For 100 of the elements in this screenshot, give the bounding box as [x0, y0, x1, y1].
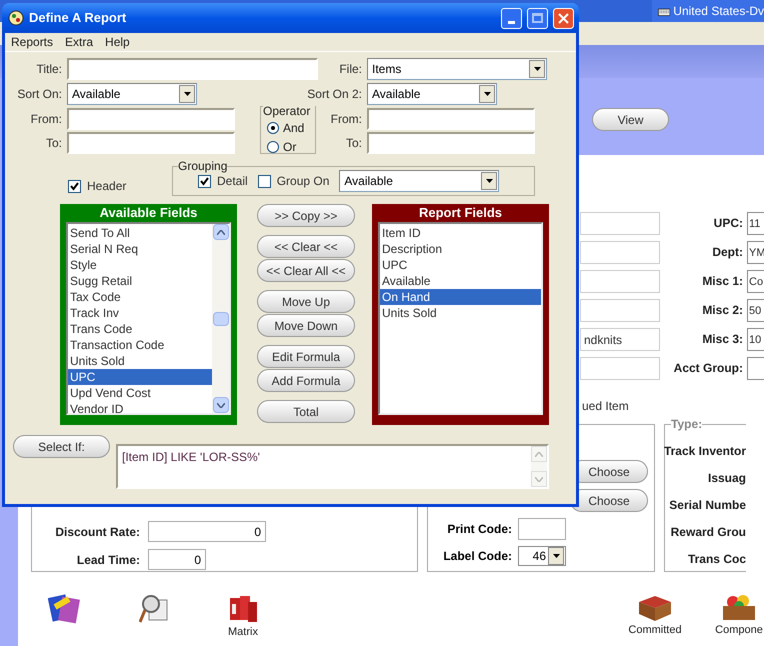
- action-button[interactable]: Move Up: [257, 290, 355, 313]
- list-item[interactable]: Available: [380, 273, 541, 289]
- action-button[interactable]: Edit Formula: [257, 345, 355, 368]
- action-button[interactable]: << Clear <<: [257, 235, 355, 258]
- input-field[interactable]: [367, 108, 535, 130]
- checkbox-label: Group On: [276, 173, 330, 190]
- input-field[interactable]: [518, 518, 566, 540]
- list-item[interactable]: Send To All: [68, 225, 212, 241]
- field-label: Serial Numbe: [669, 498, 746, 512]
- text-area[interactable]: [Item ID] LIKE 'LOR-SS%': [116, 444, 549, 489]
- action-button[interactable]: Add Formula: [257, 369, 355, 392]
- field-label: Label Code:: [442, 548, 512, 565]
- checkbox[interactable]: [68, 180, 81, 192]
- list-item[interactable]: Units Sold: [380, 305, 541, 321]
- list-item[interactable]: Description: [380, 241, 541, 257]
- scroll-down-icon: [212, 397, 228, 413]
- input-field[interactable]: [67, 132, 235, 154]
- list-item[interactable]: Transaction Code: [68, 337, 212, 353]
- input-field[interactable]: [580, 212, 660, 235]
- close-icon[interactable]: [553, 8, 574, 28]
- toolbar-label: Compone: [715, 624, 763, 636]
- scroll-down-icon: [531, 471, 547, 487]
- field-list[interactable]: Item ID Description UPC Available On Hand Units Sold: [378, 222, 543, 415]
- dropdown[interactable]: Available: [339, 170, 500, 192]
- radio-button[interactable]: [267, 122, 279, 134]
- radio-button[interactable]: [267, 141, 279, 153]
- field-label: Misc 1:: [701, 273, 743, 290]
- input-field[interactable]: ndknits: [580, 328, 660, 351]
- field-label: Lead Time:: [76, 552, 140, 568]
- field-label: Acct Group:: [672, 360, 743, 377]
- list-item[interactable]: UPC: [380, 257, 541, 273]
- input-field[interactable]: 50: [747, 299, 764, 322]
- scroll-thumb[interactable]: [212, 312, 228, 326]
- list-item[interactable]: UPC: [68, 369, 212, 385]
- language-label: United States-Dv: [673, 3, 764, 20]
- action-button[interactable]: >> Copy >>: [257, 204, 355, 227]
- radio-label: And: [283, 120, 304, 137]
- input-field[interactable]: [580, 299, 660, 322]
- field-label: Issuag: [708, 471, 746, 485]
- choose-button[interactable]: Choose: [570, 489, 648, 512]
- toolbar-label: Committed: [628, 624, 682, 636]
- field-label: To:: [44, 135, 62, 152]
- field-label: Dept:: [711, 244, 743, 261]
- dropdown[interactable]: Items: [367, 58, 547, 80]
- action-button[interactable]: Move Down: [257, 314, 355, 337]
- option-label: ued Item: [582, 399, 629, 413]
- dropdown[interactable]: Available: [367, 83, 497, 105]
- menu-item[interactable]: Extra: [65, 33, 94, 51]
- scroll-up-icon: [212, 224, 228, 240]
- panel-title: Report Fields: [418, 204, 502, 222]
- check-icon: [200, 176, 209, 186]
- maximize-icon[interactable]: [527, 8, 548, 28]
- input-field[interactable]: 0: [148, 549, 206, 570]
- dropdown[interactable]: 46: [518, 546, 566, 566]
- language-bar[interactable]: United States-Dv: [652, 0, 764, 22]
- field-list[interactable]: Send To All Serial N Req Style Sugg Retail Tax Code Track Inv Trans Code Transaction Code Units Sold UPC Upd Vend Cost Vendor ID: [66, 222, 231, 415]
- select-if-button[interactable]: Select If:: [13, 435, 110, 458]
- list-item[interactable]: Units Sold: [68, 353, 212, 369]
- minimize-icon[interactable]: [501, 8, 522, 28]
- window-title: Define A Report: [29, 9, 128, 28]
- checkbox[interactable]: [198, 174, 211, 188]
- input-field[interactable]: [67, 58, 318, 80]
- scrollbar[interactable]: [212, 224, 229, 413]
- list-item[interactable]: Upd Vend Cost: [68, 385, 212, 401]
- list-item[interactable]: Track Inv: [68, 305, 212, 321]
- list-item[interactable]: Style: [68, 257, 212, 273]
- field-label: File:: [338, 61, 362, 78]
- menu-item[interactable]: Help: [105, 33, 130, 51]
- action-button[interactable]: << Clear All <<: [257, 259, 355, 282]
- input-field[interactable]: Co: [747, 270, 764, 293]
- list-item[interactable]: Serial N Req: [68, 241, 212, 257]
- cards-icon[interactable]: [48, 592, 82, 624]
- menu-item[interactable]: Reports: [11, 33, 54, 51]
- panel-legend: Type:: [671, 417, 702, 431]
- input-field[interactable]: 10: [747, 328, 764, 351]
- action-button[interactable]: Total: [257, 400, 355, 423]
- radio-label: Or: [283, 139, 296, 156]
- input-field[interactable]: 11: [747, 212, 764, 235]
- input-field[interactable]: [67, 108, 235, 130]
- box-icon[interactable]: [721, 592, 757, 622]
- scroll-up-icon: [531, 446, 547, 462]
- list-item[interactable]: Vendor ID: [68, 401, 212, 413]
- input-field[interactable]: 0: [148, 521, 266, 542]
- input-field[interactable]: [580, 270, 660, 293]
- dropdown[interactable]: Available: [67, 83, 197, 105]
- input-field[interactable]: [580, 357, 660, 380]
- group-legend: Operator: [263, 104, 315, 118]
- field-label: Misc 2:: [701, 302, 743, 319]
- list-item[interactable]: On Hand: [380, 289, 541, 305]
- input-field[interactable]: [367, 132, 535, 154]
- checkbox-label: Detail: [217, 173, 248, 190]
- list-item[interactable]: Sugg Retail: [68, 273, 212, 289]
- list-item[interactable]: Item ID: [380, 225, 541, 241]
- checkbox-label: Header: [87, 178, 126, 195]
- list-item[interactable]: Tax Code: [68, 289, 212, 305]
- list-item[interactable]: Trans Code: [68, 321, 212, 337]
- checkbox[interactable]: [258, 174, 271, 188]
- field-label: Track Inventor: [664, 444, 746, 458]
- view-button[interactable]: View: [592, 108, 669, 131]
- input-field[interactable]: [580, 241, 660, 264]
